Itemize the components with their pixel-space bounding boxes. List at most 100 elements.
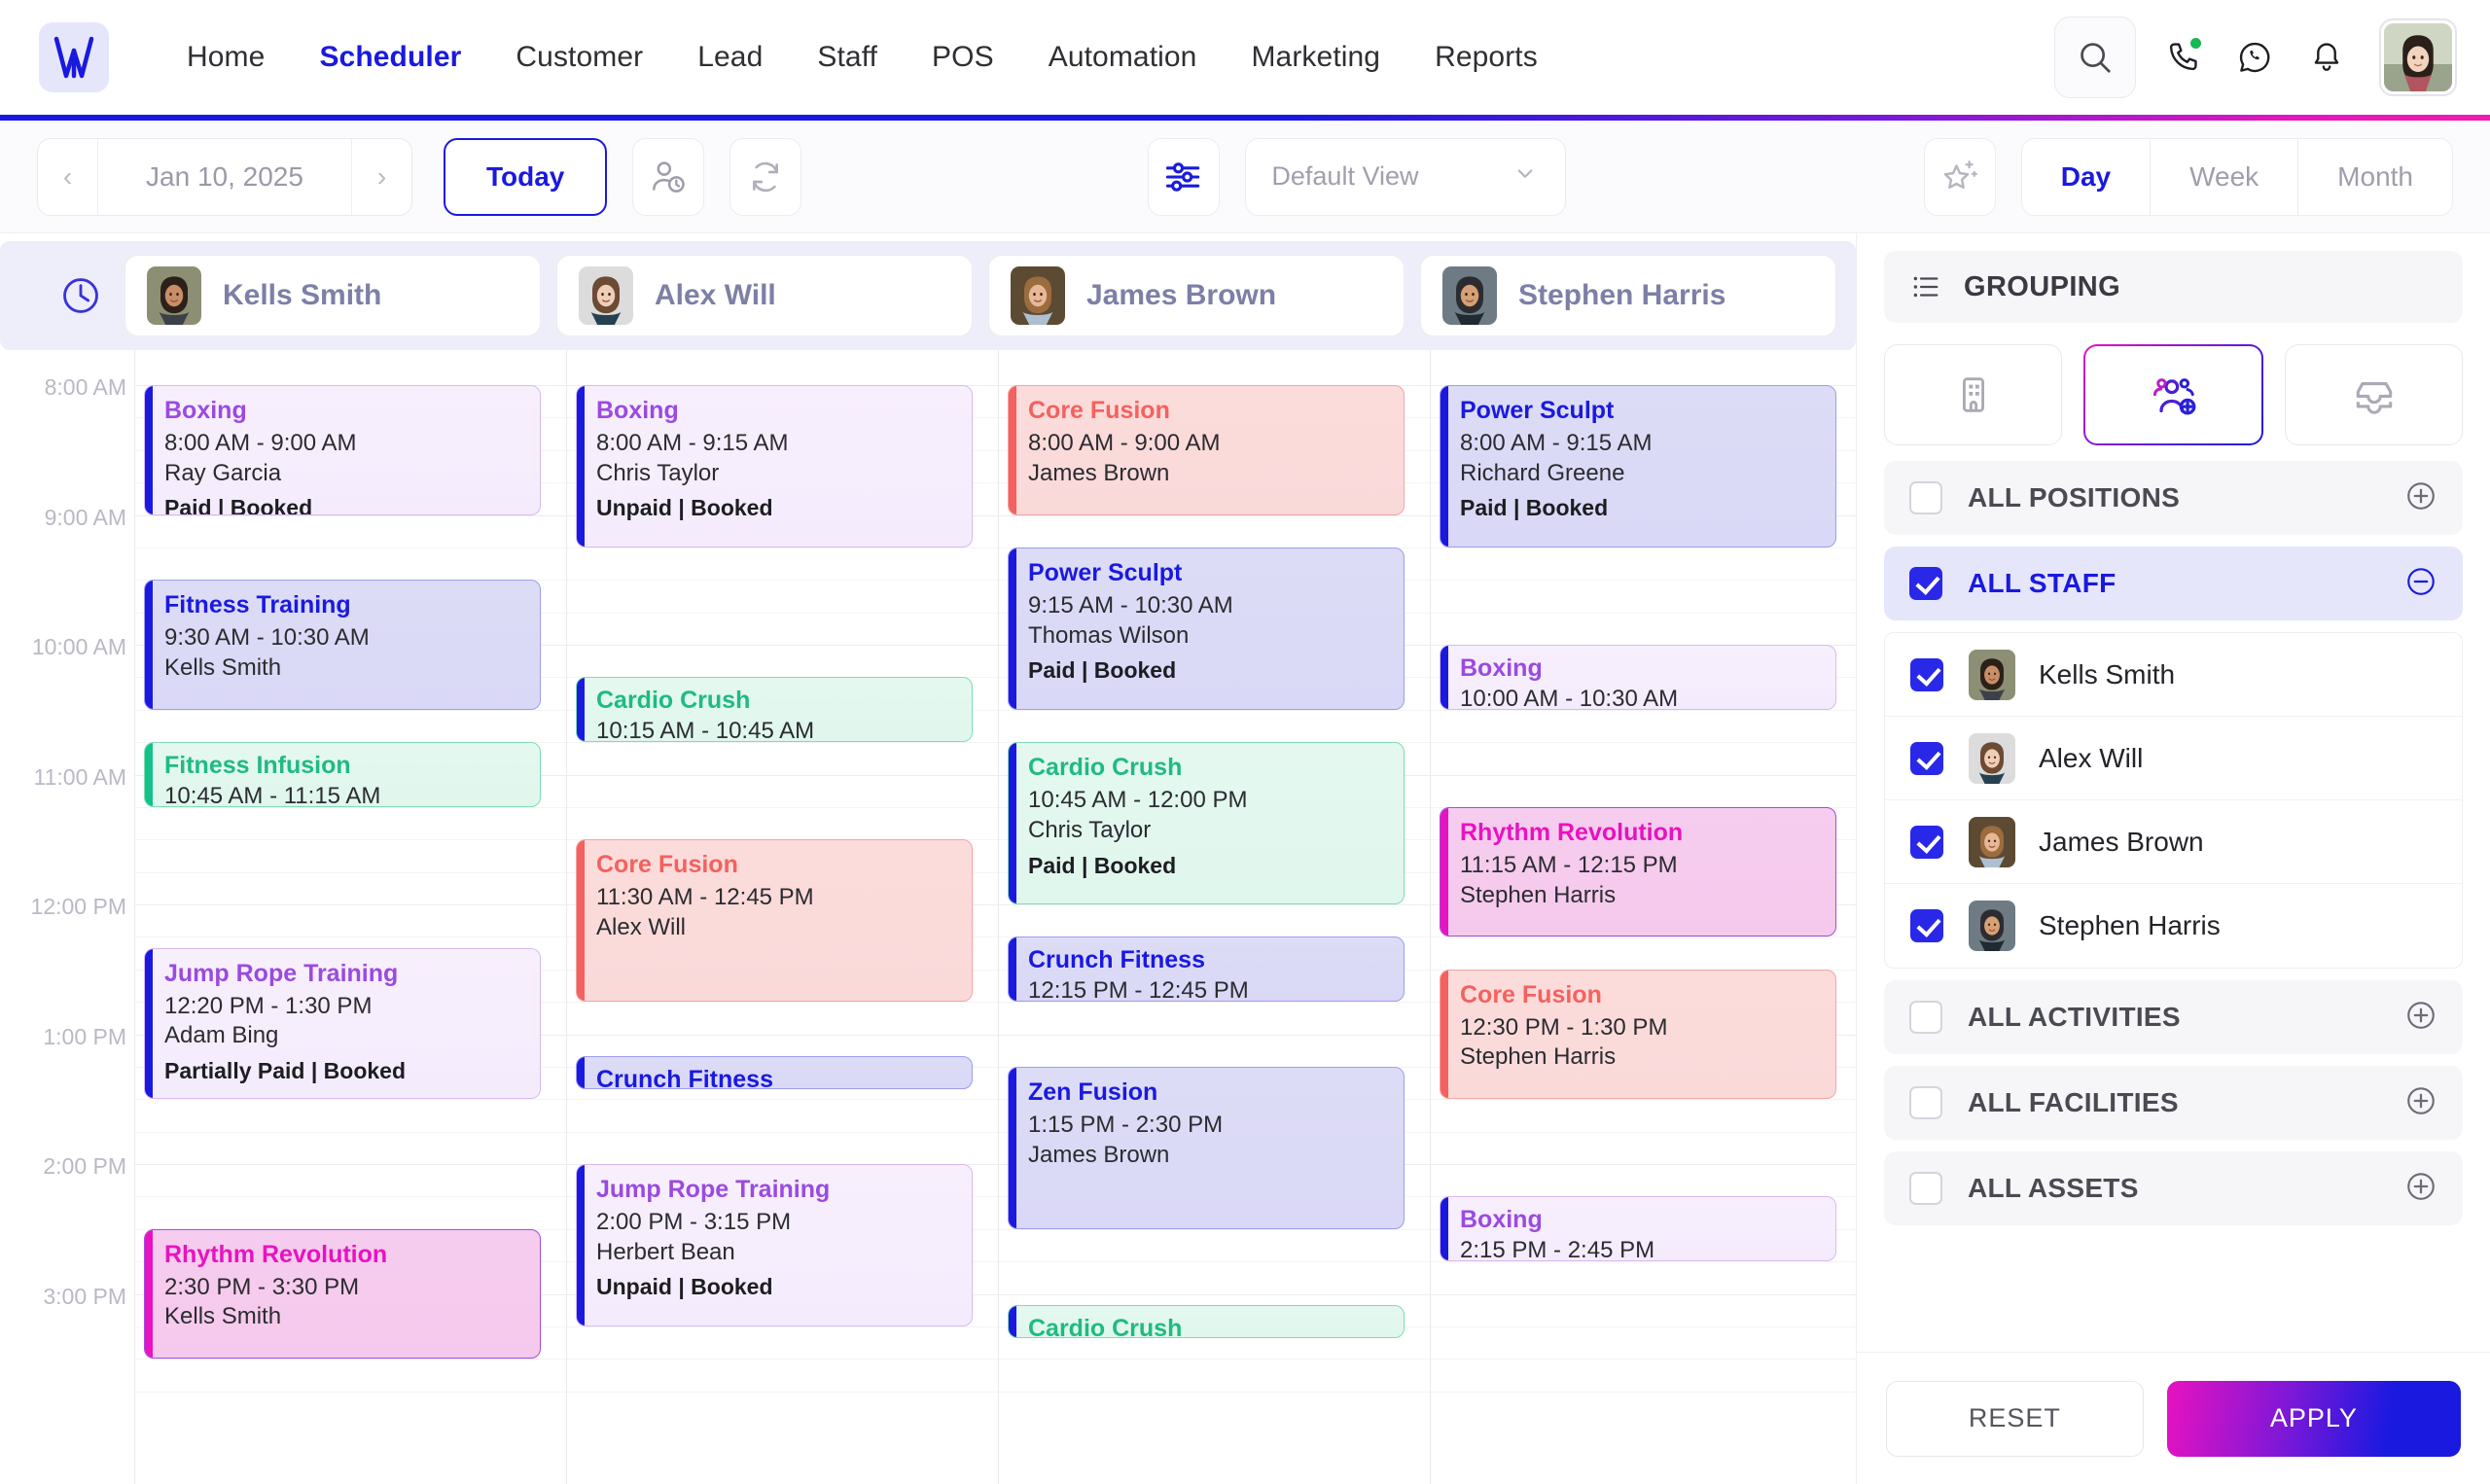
event-status: Paid | Booked: [1028, 852, 1177, 878]
group-by-asset-button[interactable]: [2285, 344, 2463, 445]
staff-filter-row[interactable]: Alex Will: [1885, 717, 2462, 800]
group-by-facility-button[interactable]: [1884, 344, 2062, 445]
logo-w-icon: [53, 36, 94, 79]
event-status: Unpaid | Booked: [596, 495, 773, 521]
today-button[interactable]: Today: [444, 137, 608, 216]
people-add-icon: [2152, 378, 2195, 415]
event-title: Crunch Fitness: [596, 1065, 773, 1089]
calendar-event[interactable]: Boxing 8:00 AM - 9:00 AM Ray Garcia Paid | …: [144, 385, 541, 515]
calendar-event[interactable]: Crunch Fitness 12:15 PM - 12:45 PM: [1008, 936, 1405, 1003]
save-view-favorite-button[interactable]: [1923, 137, 1996, 216]
nav-item-home[interactable]: Home: [160, 41, 292, 74]
apply-button[interactable]: APPLY: [2166, 1380, 2461, 1457]
calendar-event[interactable]: Zen Fusion 1:15 PM - 2:30 PM James Brown: [1008, 1066, 1405, 1229]
list-icon: [1913, 276, 1939, 298]
expand-group-icon[interactable]: [2404, 1170, 2437, 1208]
group-checkbox[interactable]: [1909, 1086, 1942, 1119]
group-checkbox[interactable]: [1909, 1001, 1942, 1034]
calendar-event[interactable]: Boxing 10:00 AM - 10:30 AM: [1440, 645, 1836, 710]
staff-checkbox[interactable]: [1910, 909, 1943, 942]
calendar-event[interactable]: Jump Rope Training 12:20 PM - 1:30 PM Adam…: [144, 947, 541, 1100]
event-status: Unpaid | Booked: [596, 1274, 773, 1300]
staff-filter-row[interactable]: James Brown: [1885, 800, 2462, 884]
group-by-staff-button[interactable]: [2083, 344, 2263, 445]
group-checkbox[interactable]: [1909, 481, 1942, 514]
nav-item-lead[interactable]: Lead: [670, 41, 790, 74]
timezone-clock-button[interactable]: [37, 273, 124, 318]
calendar-event[interactable]: Boxing 2:15 PM - 2:45 PM: [1440, 1196, 1836, 1262]
event-person: Thomas Wilson: [1028, 621, 1190, 649]
nav-right-actions: [2054, 17, 2457, 98]
reset-button[interactable]: RESET: [1886, 1380, 2144, 1457]
calendar-event[interactable]: Core Fusion 8:00 AM - 9:00 AM James Brown: [1008, 385, 1405, 515]
calendar-event[interactable]: Power Sculpt 9:15 AM - 10:30 AM Thomas Wil…: [1008, 547, 1405, 710]
expand-group-icon[interactable]: [2404, 999, 2437, 1037]
group-filter-row[interactable]: ALL ACTIVITIES: [1884, 980, 2463, 1054]
search-button[interactable]: [2054, 17, 2136, 98]
building-icon: [1962, 377, 1984, 412]
collapse-group-icon[interactable]: [2404, 565, 2437, 603]
previous-day-button[interactable]: ‹: [38, 138, 98, 215]
group-checkbox[interactable]: [1909, 567, 1942, 600]
expand-group-icon[interactable]: [2404, 1084, 2437, 1122]
nav-item-marketing[interactable]: Marketing: [1224, 41, 1407, 74]
refresh-button[interactable]: [729, 137, 802, 216]
app-logo[interactable]: [39, 22, 109, 92]
filter-settings-button[interactable]: [1148, 137, 1221, 216]
hour-label: 12:00 PM: [30, 894, 126, 919]
staff-hours-button[interactable]: [632, 137, 705, 216]
staff-avatar: [1442, 266, 1497, 325]
group-checkbox[interactable]: [1909, 1172, 1942, 1205]
group-filter-row[interactable]: ALL FACILITIES: [1884, 1066, 2463, 1140]
staff-checkbox[interactable]: [1910, 741, 1943, 775]
calendar-event[interactable]: Power Sculpt 8:00 AM - 9:15 AM Richard Gre…: [1440, 385, 1836, 548]
range-week[interactable]: Week: [2150, 138, 2297, 215]
nav-item-customer[interactable]: Customer: [488, 41, 670, 74]
calendar-event[interactable]: Fitness Infusion 10:45 AM - 11:15 AM: [144, 742, 541, 807]
calendar-event[interactable]: Core Fusion 12:30 PM - 1:30 PM Stephen Har…: [1440, 969, 1836, 1100]
event-person: Stephen Harris: [1460, 881, 1617, 908]
staff-column-header[interactable]: Alex Will: [556, 255, 973, 336]
calendar-grid[interactable]: 8:00 AM 9:00 AM 10:00 AM 11:00 AM 12:00 PM 1:…: [0, 350, 1856, 1484]
calendar-event[interactable]: Crunch Fitness: [576, 1055, 973, 1089]
group-filter-row[interactable]: ALL ASSETS: [1884, 1151, 2463, 1225]
range-month[interactable]: Month: [2297, 138, 2452, 215]
range-day[interactable]: Day: [2022, 139, 2150, 215]
event-time: 12:15 PM - 12:45 PM: [1028, 977, 1249, 1003]
expand-group-icon[interactable]: [2404, 479, 2437, 517]
next-day-button[interactable]: ›: [351, 138, 411, 215]
calendar-event[interactable]: Cardio Crush 10:15 AM - 10:45 AM: [576, 677, 973, 743]
phone-call-button[interactable]: [2157, 32, 2208, 83]
view-selector[interactable]: Default View: [1245, 137, 1567, 216]
date-navigator: ‹ Jan 10, 2025 ›: [37, 137, 412, 216]
staff-filter-row[interactable]: Stephen Harris: [1885, 884, 2462, 968]
staff-checkbox[interactable]: [1910, 825, 1943, 859]
calendar-event[interactable]: Cardio Crush 10:45 AM - 12:00 PM Chris Tay…: [1008, 742, 1405, 904]
calendar-event[interactable]: Boxing 8:00 AM - 9:15 AM Chris Taylor Unpai…: [576, 385, 973, 548]
group-filter-row[interactable]: ALL STAFF: [1884, 547, 2463, 620]
calendar-event[interactable]: Fitness Training 9:30 AM - 10:30 AM Kells …: [144, 580, 541, 710]
nav-item-scheduler[interactable]: Scheduler: [292, 41, 488, 74]
event-title: Cardio Crush: [1028, 1314, 1183, 1338]
staff-checkbox[interactable]: [1910, 657, 1943, 691]
calendar-event[interactable]: Cardio Crush: [1008, 1304, 1405, 1338]
staff-column-header[interactable]: Stephen Harris: [1420, 255, 1836, 336]
current-date-label[interactable]: Jan 10, 2025: [98, 161, 351, 193]
calendar-event[interactable]: Rhythm Revolution 11:15 AM - 12:15 PM Step…: [1440, 806, 1836, 937]
calendar-event[interactable]: Jump Rope Training 2:00 PM - 3:15 PM Herbe…: [576, 1164, 973, 1326]
hour-label: 1:00 PM: [43, 1023, 126, 1049]
staff-filter-row[interactable]: Kells Smith: [1885, 633, 2462, 717]
calendar-event[interactable]: Rhythm Revolution 2:30 PM - 3:30 PM Kells …: [144, 1228, 541, 1360]
user-avatar-button[interactable]: [2379, 18, 2457, 96]
whatsapp-button[interactable]: [2229, 32, 2280, 83]
event-title: Rhythm Revolution: [1460, 818, 1684, 846]
nav-item-reports[interactable]: Reports: [1407, 41, 1565, 74]
nav-item-staff[interactable]: Staff: [790, 41, 905, 74]
nav-item-automation[interactable]: Automation: [1021, 41, 1225, 74]
group-filter-row[interactable]: ALL POSITIONS: [1884, 461, 2463, 535]
staff-column-header[interactable]: James Brown: [988, 255, 1405, 336]
nav-item-pos[interactable]: POS: [905, 41, 1021, 74]
staff-column-header[interactable]: Kells Smith: [124, 255, 541, 336]
notifications-button[interactable]: [2301, 32, 2352, 83]
calendar-event[interactable]: Core Fusion 11:30 AM - 12:45 PM Alex Will: [576, 839, 973, 1003]
